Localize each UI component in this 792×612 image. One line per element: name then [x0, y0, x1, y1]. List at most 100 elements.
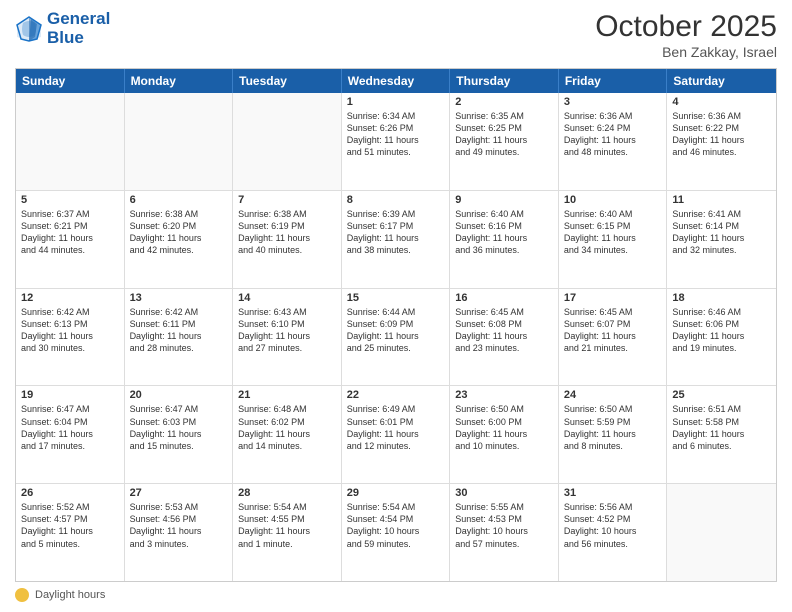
location-subtitle: Ben Zakkay, Israel [595, 44, 777, 60]
daylight-icon [15, 588, 29, 602]
weekday-header-monday: Monday [125, 69, 234, 93]
cell-info: Sunrise: 6:45 AM Sunset: 6:08 PM Dayligh… [455, 306, 553, 355]
weekday-header-thursday: Thursday [450, 69, 559, 93]
weekday-header-tuesday: Tuesday [233, 69, 342, 93]
cell-info: Sunrise: 6:35 AM Sunset: 6:25 PM Dayligh… [455, 110, 553, 159]
cell-info: Sunrise: 6:40 AM Sunset: 6:16 PM Dayligh… [455, 208, 553, 257]
calendar-cell-6: 6 Sunrise: 6:38 AM Sunset: 6:20 PM Daylig… [125, 191, 234, 288]
calendar-cell-29: 29Sunrise: 5:54 AM Sunset: 4:54 PM Dayli… [342, 484, 451, 581]
cell-info: Sunrise: 6:40 AM Sunset: 6:15 PM Dayligh… [564, 208, 662, 257]
calendar-cell-18: 18 Sunrise: 6:46 AM Sunset: 6:06 PM Dayli… [667, 289, 776, 386]
calendar-cell-23: 23Sunrise: 6:50 AM Sunset: 6:00 PM Dayli… [450, 386, 559, 483]
calendar-cell-19: 19 Sunrise: 6:47 AM Sunset: 6:04 PM Dayli… [16, 386, 125, 483]
cell-info: Sunrise: 6:47 AM Sunset: 6:03 PM Dayligh… [130, 403, 228, 452]
calendar-row-2: 12Sunrise: 6:42 AM Sunset: 6:13 PM Dayli… [16, 289, 776, 387]
cell-info: Sunrise: 6:46 AM Sunset: 6:06 PM Dayligh… [672, 306, 771, 355]
calendar-cell-12: 12Sunrise: 6:42 AM Sunset: 6:13 PM Dayli… [16, 289, 125, 386]
day-number: 7 [238, 194, 336, 206]
cell-info: Sunrise: 5:56 AM Sunset: 4:52 PM Dayligh… [564, 501, 662, 550]
cell-info: Sunrise: 6:47 AM Sunset: 6:04 PM Dayligh… [21, 403, 119, 452]
cell-info: Sunrise: 5:52 AM Sunset: 4:57 PM Dayligh… [21, 501, 119, 550]
day-number: 21 [238, 389, 336, 401]
calendar-cell-21: 21 Sunrise: 6:48 AM Sunset: 6:02 PM Dayli… [233, 386, 342, 483]
cell-info: Sunrise: 5:54 AM Sunset: 4:54 PM Dayligh… [347, 501, 445, 550]
day-number: 30 [455, 487, 553, 499]
cell-info: Sunrise: 6:45 AM Sunset: 6:07 PM Dayligh… [564, 306, 662, 355]
day-number: 2 [455, 96, 553, 108]
calendar-cell-26: 26 Sunrise: 5:52 AM Sunset: 4:57 PM Dayli… [16, 484, 125, 581]
day-number: 1 [347, 96, 445, 108]
calendar-cell-1: 1 Sunrise: 6:34 AM Sunset: 6:26 PM Daylig… [342, 93, 451, 190]
day-number: 22 [347, 389, 445, 401]
calendar-cell-30: 30 Sunrise: 5:55 AM Sunset: 4:53 PM Dayli… [450, 484, 559, 581]
cell-info: Sunrise: 6:34 AM Sunset: 6:26 PM Dayligh… [347, 110, 445, 159]
cell-info: Sunrise: 6:39 AM Sunset: 6:17 PM Dayligh… [347, 208, 445, 257]
day-number: 19 [21, 389, 119, 401]
calendar-header: SundayMondayTuesdayWednesdayThursdayFrid… [16, 69, 776, 93]
day-number: 18 [672, 292, 771, 304]
calendar-row-3: 19 Sunrise: 6:47 AM Sunset: 6:04 PM Dayli… [16, 386, 776, 484]
calendar-cell-11: 11 Sunrise: 6:41 AM Sunset: 6:14 PM Dayli… [667, 191, 776, 288]
day-number: 15 [347, 292, 445, 304]
month-title: October 2025 [595, 10, 777, 44]
calendar-cell-14: 14 Sunrise: 6:43 AM Sunset: 6:10 PM Dayli… [233, 289, 342, 386]
weekday-header-friday: Friday [559, 69, 668, 93]
logo-text: General Blue [47, 10, 110, 47]
header: General Blue October 2025 Ben Zakkay, Is… [15, 10, 777, 60]
day-number: 9 [455, 194, 553, 206]
calendar-cell-empty-0-2 [233, 93, 342, 190]
calendar-cell-5: 5 Sunrise: 6:37 AM Sunset: 6:21 PM Daylig… [16, 191, 125, 288]
cell-info: Sunrise: 5:55 AM Sunset: 4:53 PM Dayligh… [455, 501, 553, 550]
calendar-cell-7: 7Sunrise: 6:38 AM Sunset: 6:19 PM Daylig… [233, 191, 342, 288]
calendar-cell-2: 2 Sunrise: 6:35 AM Sunset: 6:25 PM Daylig… [450, 93, 559, 190]
calendar-cell-22: 22 Sunrise: 6:49 AM Sunset: 6:01 PM Dayli… [342, 386, 451, 483]
cell-info: Sunrise: 6:50 AM Sunset: 6:00 PM Dayligh… [455, 403, 553, 452]
calendar-cell-24: 24 Sunrise: 6:50 AM Sunset: 5:59 PM Dayli… [559, 386, 668, 483]
day-number: 8 [347, 194, 445, 206]
cell-info: Sunrise: 6:38 AM Sunset: 6:20 PM Dayligh… [130, 208, 228, 257]
calendar-row-4: 26 Sunrise: 5:52 AM Sunset: 4:57 PM Dayli… [16, 484, 776, 581]
weekday-header-wednesday: Wednesday [342, 69, 451, 93]
calendar-cell-3: 3Sunrise: 6:36 AM Sunset: 6:24 PM Daylig… [559, 93, 668, 190]
page: General Blue October 2025 Ben Zakkay, Is… [0, 0, 792, 612]
cell-info: Sunrise: 6:42 AM Sunset: 6:11 PM Dayligh… [130, 306, 228, 355]
calendar-cell-27: 27Sunrise: 5:53 AM Sunset: 4:56 PM Dayli… [125, 484, 234, 581]
logo-icon [15, 15, 43, 43]
logo: General Blue [15, 10, 110, 47]
cell-info: Sunrise: 6:48 AM Sunset: 6:02 PM Dayligh… [238, 403, 336, 452]
footer: Daylight hours [15, 588, 777, 602]
day-number: 26 [21, 487, 119, 499]
cell-info: Sunrise: 6:43 AM Sunset: 6:10 PM Dayligh… [238, 306, 336, 355]
cell-info: Sunrise: 6:50 AM Sunset: 5:59 PM Dayligh… [564, 403, 662, 452]
day-number: 6 [130, 194, 228, 206]
title-block: October 2025 Ben Zakkay, Israel [595, 10, 777, 60]
calendar-cell-31: 31Sunrise: 5:56 AM Sunset: 4:52 PM Dayli… [559, 484, 668, 581]
calendar-cell-17: 17 Sunrise: 6:45 AM Sunset: 6:07 PM Dayli… [559, 289, 668, 386]
calendar-cell-empty-0-0 [16, 93, 125, 190]
day-number: 24 [564, 389, 662, 401]
day-number: 16 [455, 292, 553, 304]
cell-info: Sunrise: 6:51 AM Sunset: 5:58 PM Dayligh… [672, 403, 771, 452]
calendar-cell-empty-4-6 [667, 484, 776, 581]
day-number: 11 [672, 194, 771, 206]
calendar-cell-10: 10 Sunrise: 6:40 AM Sunset: 6:15 PM Dayli… [559, 191, 668, 288]
cell-info: Sunrise: 6:37 AM Sunset: 6:21 PM Dayligh… [21, 208, 119, 257]
calendar-cell-8: 8 Sunrise: 6:39 AM Sunset: 6:17 PM Daylig… [342, 191, 451, 288]
day-number: 14 [238, 292, 336, 304]
day-number: 25 [672, 389, 771, 401]
cell-info: Sunrise: 6:49 AM Sunset: 6:01 PM Dayligh… [347, 403, 445, 452]
calendar: SundayMondayTuesdayWednesdayThursdayFrid… [15, 68, 777, 582]
day-number: 28 [238, 487, 336, 499]
day-number: 10 [564, 194, 662, 206]
day-number: 5 [21, 194, 119, 206]
calendar-cell-16: 16 Sunrise: 6:45 AM Sunset: 6:08 PM Dayli… [450, 289, 559, 386]
calendar-cell-15: 15 Sunrise: 6:44 AM Sunset: 6:09 PM Dayli… [342, 289, 451, 386]
cell-info: Sunrise: 6:36 AM Sunset: 6:22 PM Dayligh… [672, 110, 771, 159]
day-number: 17 [564, 292, 662, 304]
cell-info: Sunrise: 6:41 AM Sunset: 6:14 PM Dayligh… [672, 208, 771, 257]
cell-info: Sunrise: 6:44 AM Sunset: 6:09 PM Dayligh… [347, 306, 445, 355]
calendar-row-1: 5 Sunrise: 6:37 AM Sunset: 6:21 PM Daylig… [16, 191, 776, 289]
footer-label: Daylight hours [35, 589, 105, 601]
calendar-cell-25: 25 Sunrise: 6:51 AM Sunset: 5:58 PM Dayli… [667, 386, 776, 483]
day-number: 20 [130, 389, 228, 401]
